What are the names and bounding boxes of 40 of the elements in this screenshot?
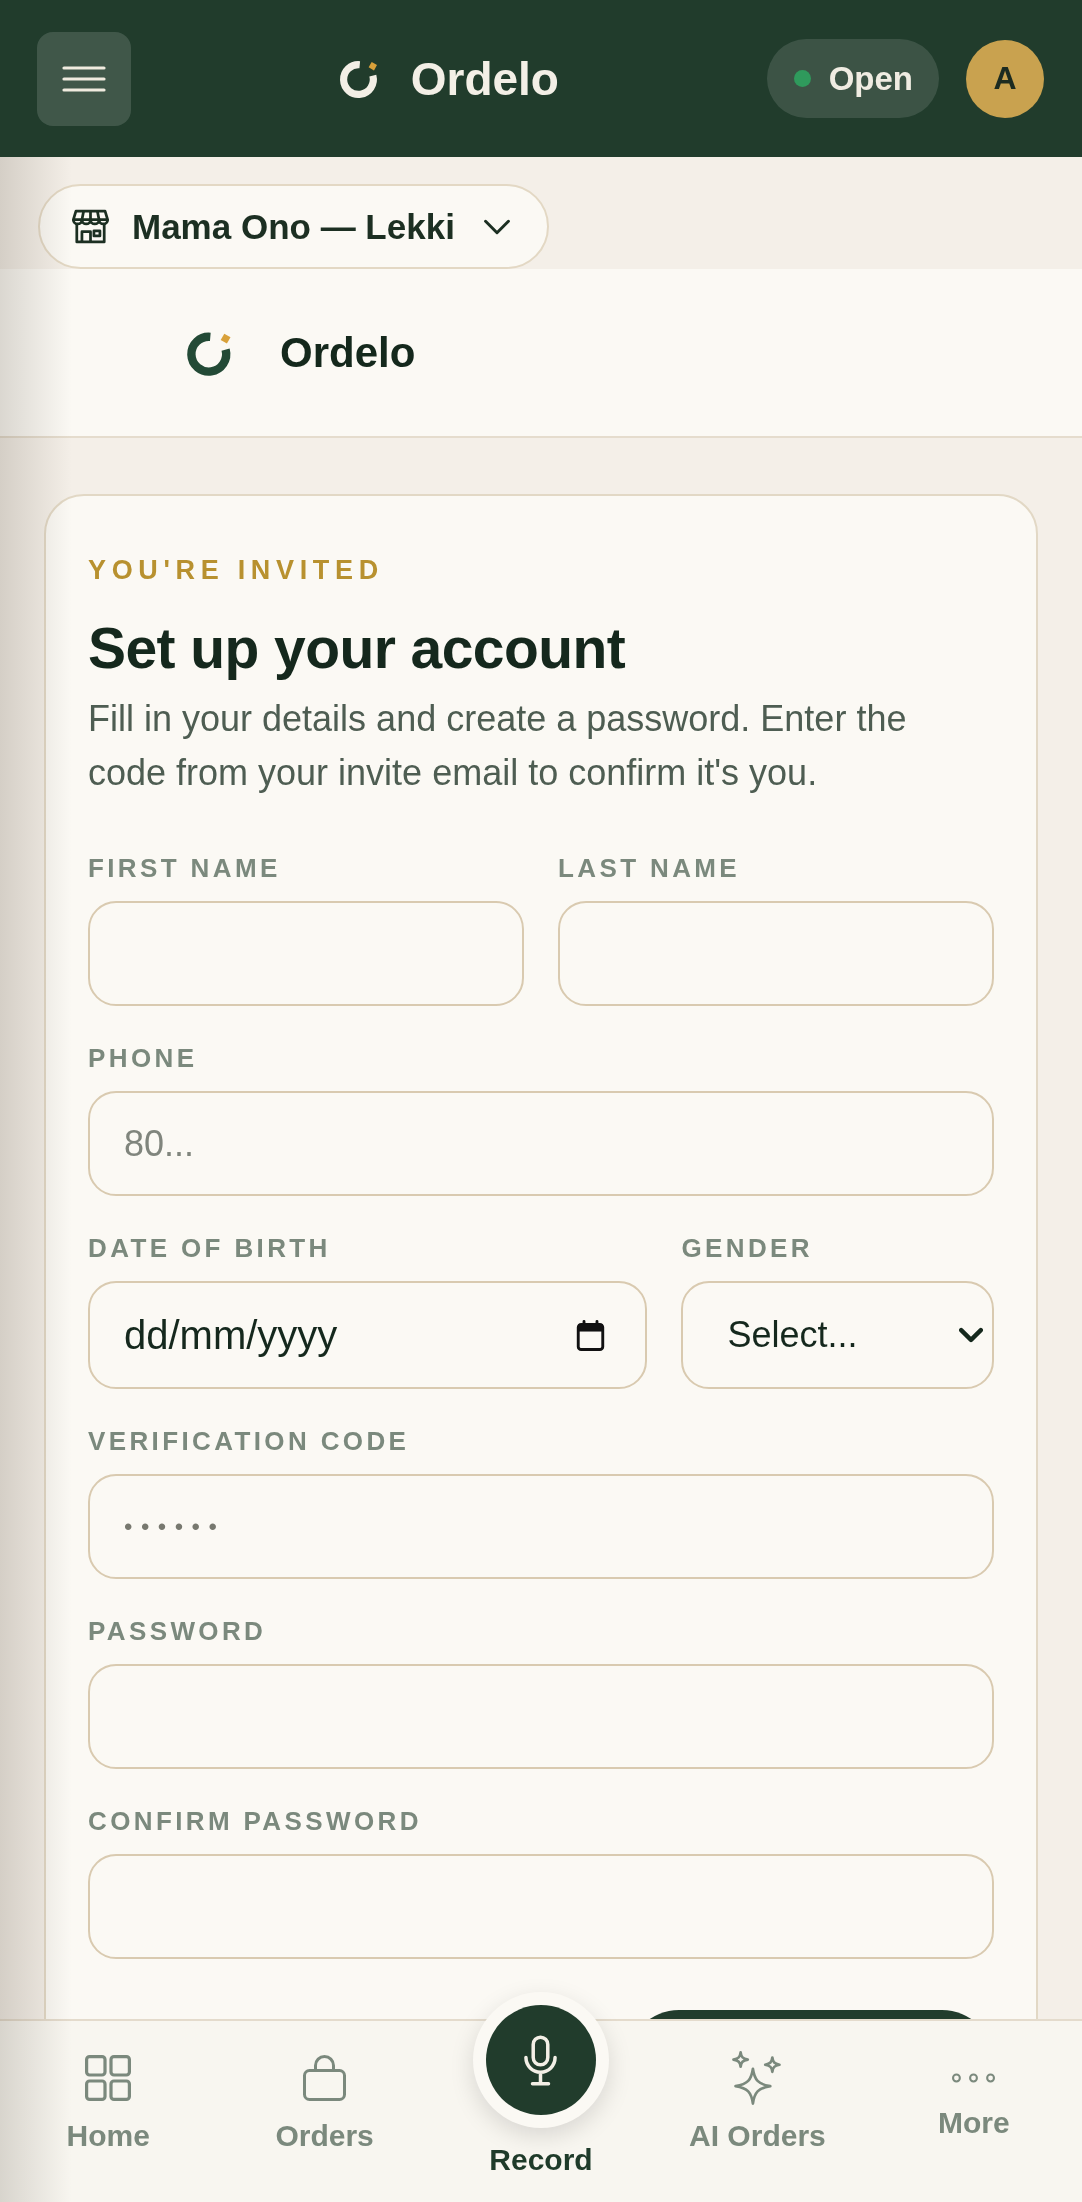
bag-icon (303, 2054, 347, 2101)
chevron-down-icon (959, 1327, 983, 1343)
menu-icon (62, 65, 106, 92)
code-field[interactable]: •••••• (88, 1474, 994, 1579)
field-label: VERIFICATION CODE (88, 1425, 410, 1457)
password-field[interactable] (88, 1854, 994, 1959)
store-switcher[interactable]: Mama Ono — Lekki (38, 184, 549, 269)
logo-icon (338, 58, 380, 99)
nav-item[interactable]: More (937, 2067, 1010, 2141)
avatar[interactable]: A (966, 39, 1044, 118)
nav-item[interactable]: AI Orders (689, 2054, 826, 2154)
phone-field[interactable]: 80... (88, 1091, 994, 1196)
chevron-down-icon (482, 218, 511, 235)
nav-item[interactable]: Orders (275, 2054, 374, 2154)
field-label: FIRST NAME (88, 852, 281, 884)
nav-item[interactable]: Home (66, 2054, 150, 2154)
select-field[interactable]: Select... (681, 1281, 994, 1389)
field-label: DATE OF BIRTH (88, 1232, 331, 1264)
text-field[interactable] (558, 901, 994, 1006)
field-label: CONFIRM PASSWORD (88, 1805, 422, 1837)
eyebrow-text: YOU'RE INVITED (88, 554, 384, 587)
field-label: GENDER (681, 1232, 813, 1264)
status-label: Open (828, 58, 913, 99)
brand-name: Ordelo (280, 327, 416, 378)
nav-item[interactable]: Record (473, 1992, 609, 2178)
field-label: LAST NAME (558, 852, 741, 884)
card-title: Set up your account (88, 615, 626, 682)
card-description: Fill in your details and create a password. Enter the code from your invite email to confirm it's you. (88, 697, 908, 795)
calendar-icon (576, 1320, 606, 1351)
sparkles-icon (731, 2050, 784, 2105)
store-icon (72, 208, 109, 245)
field-label: PHONE (88, 1042, 198, 1074)
menu-button[interactable] (37, 31, 131, 126)
brand-name: Ordelo (410, 51, 559, 106)
date-field[interactable]: dd/mm/yyyy (88, 1281, 648, 1389)
dots-icon (952, 2072, 996, 2083)
grid-icon (85, 2054, 132, 2101)
field-label: PASSWORD (88, 1615, 267, 1647)
password-field[interactable] (88, 1664, 994, 1769)
text-field[interactable] (88, 901, 524, 1006)
